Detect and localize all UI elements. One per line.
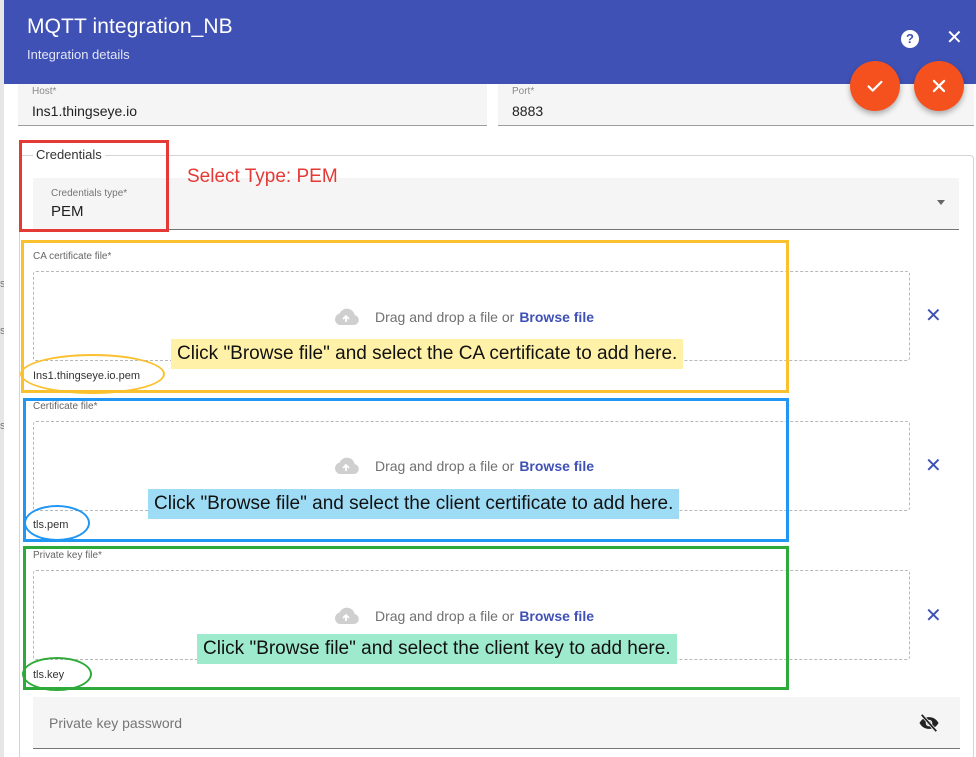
cloud-upload-icon: [334, 457, 359, 474]
cloud-upload-icon: [334, 607, 359, 624]
drop-instruction: Drag and drop a file or: [375, 309, 515, 325]
annotation-private-key-file-circle: [22, 657, 92, 691]
close-icon[interactable]: ✕: [946, 26, 963, 50]
dialog-header: MQTT integration_NB Integration details …: [4, 0, 976, 84]
certificate-drop-text: Drag and drop a file or Browse file: [331, 456, 594, 476]
annotation-ca-file-circle: [20, 354, 165, 394]
remove-ca-file-icon[interactable]: ✕: [925, 306, 942, 326]
drop-instruction: Drag and drop a file or: [375, 608, 515, 624]
ca-certificate-drop-text: Drag and drop a file or Browse file: [331, 307, 594, 327]
credentials-type-value: PEM: [51, 203, 84, 220]
annotation-private-key-instruction: Click "Browse file" and select the clien…: [197, 634, 677, 664]
port-value: 8883: [512, 103, 544, 119]
private-key-browse-file-link[interactable]: Browse file: [519, 608, 594, 624]
remove-certificate-file-icon[interactable]: ✕: [925, 456, 942, 476]
annotation-certificate-instruction: Click "Browse file" and select the clien…: [148, 489, 680, 519]
remove-private-key-file-icon[interactable]: ✕: [925, 606, 942, 626]
annotation-select-type: Select Type: PEM: [187, 166, 338, 187]
password-placeholder: Private key password: [49, 715, 183, 731]
confirm-button[interactable]: [850, 61, 900, 111]
certificate-file-label: Certificate file*: [33, 401, 98, 412]
port-field[interactable]: Port* 8883: [498, 84, 974, 126]
annotation-certificate-file-circle: [24, 505, 90, 541]
check-icon: [867, 80, 883, 92]
host-field[interactable]: Host* Ins1.thingseye.io: [18, 84, 487, 126]
help-circle-icon[interactable]: ?: [901, 30, 919, 48]
cloud-upload-icon: [334, 308, 359, 325]
ca-browse-file-link[interactable]: Browse file: [519, 309, 594, 325]
credentials-type-label: Credentials type*: [51, 188, 128, 199]
dropdown-arrow-icon: [937, 200, 945, 205]
dialog-title: MQTT integration_NB: [27, 15, 233, 38]
host-value: Ins1.thingseye.io: [32, 103, 138, 119]
private-key-password-input[interactable]: Private key password: [33, 697, 960, 749]
port-label: Port*: [512, 86, 535, 97]
integration-dialog: MQTT integration_NB Integration details …: [4, 0, 976, 757]
annotation-ca-instruction: Click "Browse file" and select the CA ce…: [171, 339, 684, 369]
private-key-drop-text: Drag and drop a file or Browse file: [331, 606, 594, 626]
certificate-browse-file-link[interactable]: Browse file: [519, 458, 594, 474]
ca-certificate-label: CA certificate file*: [33, 251, 112, 262]
drop-instruction: Drag and drop a file or: [375, 458, 515, 474]
cancel-icon: [932, 79, 946, 93]
credentials-legend: Credentials: [33, 147, 105, 162]
eye-off-icon[interactable]: [918, 713, 940, 733]
dialog-subtitle: Integration details: [27, 47, 130, 62]
cancel-button[interactable]: [914, 61, 964, 111]
credentials-type-select[interactable]: Credentials type* PEM: [33, 178, 959, 230]
private-key-file-label: Private key file*: [33, 550, 102, 561]
host-label: Host*: [32, 86, 57, 97]
